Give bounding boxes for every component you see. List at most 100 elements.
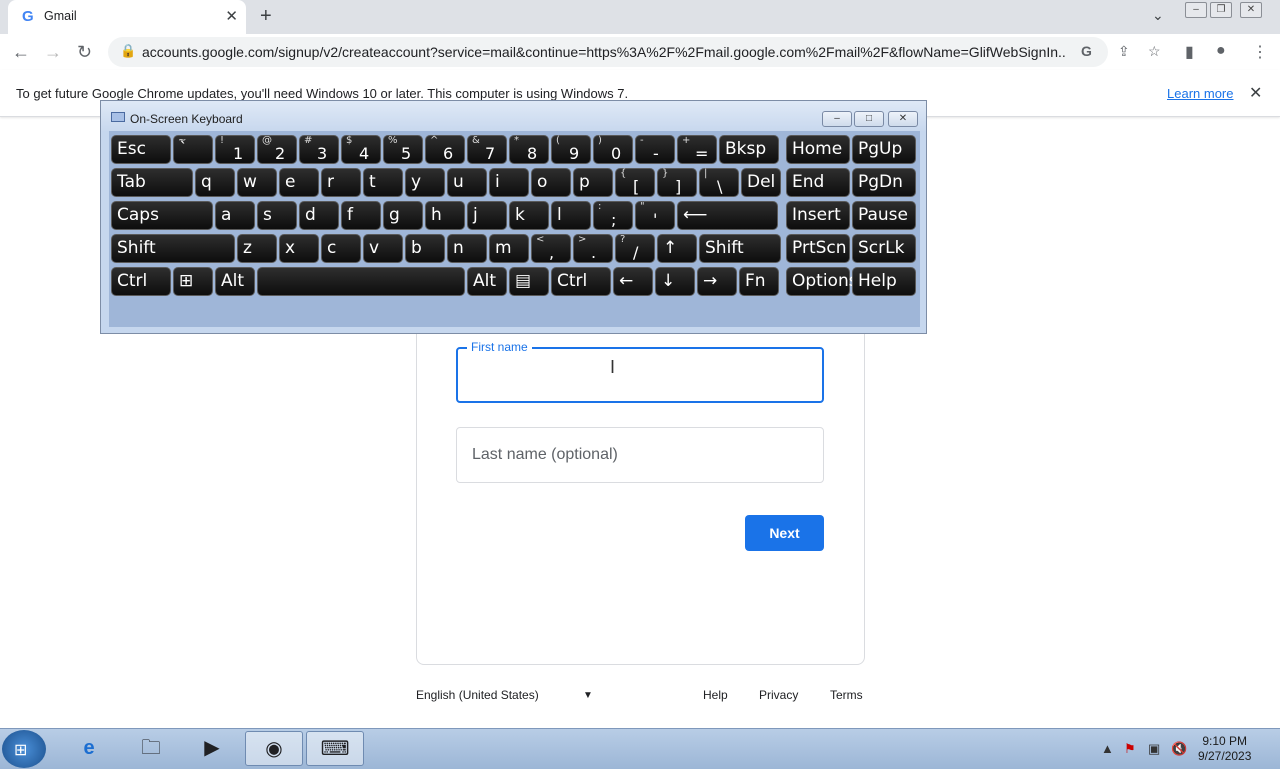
volume-muted-icon[interactable]: 🔇 [1171,741,1187,757]
osk-key-alt[interactable]: Alt [215,267,255,296]
on-screen-keyboard-window[interactable]: On-Screen Keyboard – □ ✕ Esc ~ `! 1 @2 #3 $4% 5… [100,100,927,334]
osk-key-w[interactable]: w [237,168,277,197]
osk-key-sym3-9[interactable]: >. [573,234,613,263]
osk-key-ctrl[interactable]: Ctrl [111,267,171,296]
learn-more-link[interactable]: Learn more [1167,86,1233,101]
osk-key-0[interactable]: ) 0 [593,135,633,164]
internet-explorer-icon[interactable]: e [60,731,118,766]
action-center-flag-icon[interactable]: ⚑ [1124,741,1136,757]
clock[interactable]: 9:10 PM 9/27/2023 [1198,734,1251,764]
osk-key-h[interactable]: h [425,201,465,230]
new-tab-icon[interactable]: + [260,5,272,28]
osk-key-p[interactable]: p [573,168,613,197]
tab-gmail[interactable]: G Gmail ✕ [8,0,246,34]
osk-key-u[interactable]: u [447,168,487,197]
osk-key-ctrl[interactable]: Ctrl [551,267,611,296]
osk-key-insert[interactable]: Insert [786,201,850,230]
osk-key-sym1-12[interactable]: }] [657,168,697,197]
osk-key-shift[interactable]: Shift [699,234,781,263]
osk-key-home[interactable]: Home [786,135,850,164]
side-panel-icon[interactable]: ▮ [1185,42,1194,62]
osk-key-r[interactable]: r [321,168,361,197]
terms-link[interactable]: Terms [830,688,863,702]
osk-key-caps[interactable]: Caps [111,201,213,230]
help-link[interactable]: Help [703,688,728,702]
reload-icon[interactable]: ↻ [77,42,92,63]
osk-key-sym4-7[interactable]: ← [613,267,653,296]
bookmark-star-icon[interactable]: ☆ [1148,43,1161,60]
osk-key-tab[interactable]: Tab [111,168,193,197]
osk-key-6[interactable]: ^ 6 [425,135,465,164]
osk-key-3[interactable]: #3 [299,135,339,164]
osk-key-sym2-11[interactable]: " ' [635,201,675,230]
close-window-button[interactable]: ✕ [1240,2,1262,18]
osk-key-sym4-8[interactable]: ↓ [655,267,695,296]
start-button[interactable]: ⊞ [2,730,46,768]
osk-key-4[interactable]: $4 [341,135,381,164]
privacy-link[interactable]: Privacy [759,688,798,702]
osk-key-esc[interactable]: Esc [111,135,171,164]
file-explorer-icon[interactable]: 🗀 [122,731,180,766]
osk-key-g[interactable]: g [383,201,423,230]
osk-key-options[interactable]: Options [786,267,858,296]
osk-key-sym4-1[interactable]: ⊞ [173,267,213,296]
osk-key-n[interactable]: n [447,234,487,263]
osk-key-scrlk[interactable]: ScrLk [852,234,916,263]
share-icon[interactable]: ⇪ [1118,43,1130,60]
next-button[interactable]: Next [745,515,824,551]
osk-key-sym1-11[interactable]: {[ [615,168,655,197]
osk-key-x[interactable]: x [279,234,319,263]
osk-key-q[interactable]: q [195,168,235,197]
osk-key-a[interactable]: a [215,201,255,230]
address-bar[interactable]: 🔒 accounts.google.com/signup/v2/createac… [108,37,1161,67]
osk-key-sym0-13[interactable]: + = [677,135,717,164]
osk-key-sym4-9[interactable]: → [697,267,737,296]
osk-title-bar[interactable]: On-Screen Keyboard – □ ✕ [101,101,926,131]
osk-key-f[interactable]: f [341,201,381,230]
osk-key-l[interactable]: l [551,201,591,230]
osk-key-s[interactable]: s [257,201,297,230]
tab-close-icon[interactable]: ✕ [225,7,238,25]
osk-key-5[interactable]: % 5 [383,135,423,164]
osk-key-b[interactable]: b [405,234,445,263]
network-icon[interactable]: ▣ [1148,741,1160,757]
infobar-close-icon[interactable]: ✕ [1249,83,1262,103]
osk-key-bksp[interactable]: Bksp [719,135,779,164]
osk-key-del[interactable]: Del [741,168,781,197]
osk-key-8[interactable]: * 8 [509,135,549,164]
osk-key-pgup[interactable]: PgUp [852,135,916,164]
osk-key-k[interactable]: k [509,201,549,230]
osk-key-prtscn[interactable]: PrtScn [786,234,850,263]
osk-key-fn[interactable]: Fn [739,267,779,296]
osk-maximize-button[interactable]: □ [854,111,884,127]
profile-avatar-icon[interactable]: ● [1216,42,1226,60]
last-name-field[interactable]: Last name (optional) [456,427,824,483]
first-name-field[interactable]: First name I [456,340,824,403]
osk-key-sym3-10[interactable]: ? / [615,234,655,263]
osk-key-y[interactable]: y [405,168,445,197]
osk-key-alt[interactable]: Alt [467,267,507,296]
osk-key-sym2-12[interactable]: ⟵ [677,201,778,230]
osk-key-e[interactable]: e [279,168,319,197]
minimize-window-button[interactable]: – [1185,2,1207,18]
osk-key-d[interactable]: d [299,201,339,230]
osk-close-button[interactable]: ✕ [888,111,918,127]
osk-key-end[interactable]: End [786,168,850,197]
osk-key-sym3-8[interactable]: <, [531,234,571,263]
osk-key-z[interactable]: z [237,234,277,263]
language-select[interactable]: English (United States) [416,688,539,702]
restore-window-button[interactable]: ❐ [1210,2,1232,18]
back-arrow-icon[interactable]: ← [12,42,30,63]
osk-key-2[interactable]: @2 [257,135,297,164]
media-player-icon[interactable]: ▶ [183,731,241,766]
osk-key-sym1-13[interactable]: | \ [699,168,739,197]
osk-key-m[interactable]: m [489,234,529,263]
google-lens-icon[interactable]: G [1081,43,1092,59]
osk-key-7[interactable]: & 7 [467,135,507,164]
osk-key-sym4-5[interactable]: ▤ [509,267,549,296]
osk-key-space[interactable] [257,267,465,296]
osk-key-sym3-11[interactable]: ↑ [657,234,697,263]
show-hidden-icons-icon[interactable]: ▲ [1101,741,1114,756]
osk-key-1[interactable]: ! 1 [215,135,255,164]
osk-key-v[interactable]: v [363,234,403,263]
